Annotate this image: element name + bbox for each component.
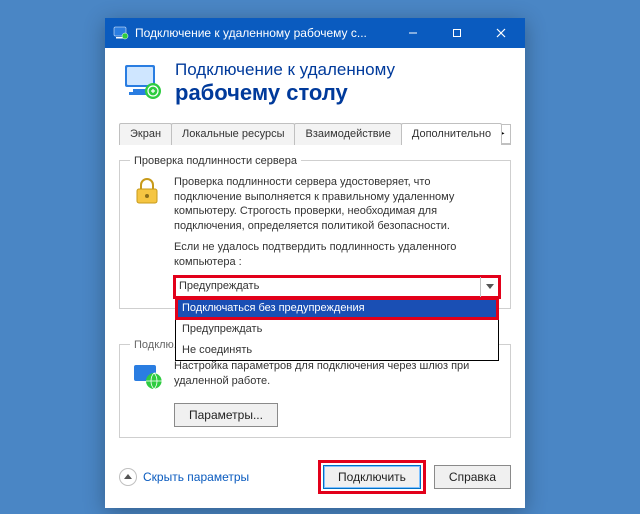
server-auth-description: Проверка подлинности сервера удостоверяе…	[174, 175, 500, 234]
rdp-dialog: Подключение к удаленному рабочему с... П…	[105, 18, 525, 508]
toggle-options-link[interactable]: Скрыть параметры	[119, 468, 310, 486]
chevron-up-icon	[119, 468, 137, 486]
connect-highlight: Подключить	[318, 460, 426, 494]
server-auth-prompt: Если не удалось подтвердить подлинность …	[174, 240, 500, 270]
auth-mode-combo[interactable]: Предупреждать Подключаться без предупреж…	[174, 276, 500, 298]
minimize-button[interactable]	[391, 18, 435, 48]
globe-icon	[130, 359, 164, 427]
server-auth-legend: Проверка подлинности сервера	[130, 155, 301, 167]
server-auth-group: Проверка подлинности сервера Проверка по…	[119, 155, 511, 309]
lock-icon	[130, 175, 164, 298]
tab-advanced[interactable]: Дополнительно	[401, 123, 502, 145]
connect-button[interactable]: Подключить	[323, 465, 421, 489]
tab-local-resources[interactable]: Локальные ресурсы	[171, 123, 295, 145]
auth-mode-dropdown: Подключаться без предупреждения Предупре…	[175, 297, 499, 362]
app-icon	[113, 25, 129, 41]
auth-option-dont-connect[interactable]: Не соединять	[176, 340, 498, 361]
header-line1: Подключение к удаленному	[175, 60, 395, 80]
auth-option-warn[interactable]: Предупреждать	[176, 319, 498, 340]
tab-strip: Экран Локальные ресурсы Взаимодействие Д…	[119, 121, 511, 145]
dialog-header: Подключение к удаленному рабочему столу	[105, 48, 525, 115]
rdp-logo-icon	[121, 61, 165, 105]
auth-mode-value: Предупреждать	[179, 279, 259, 294]
help-button[interactable]: Справка	[434, 465, 511, 489]
tab-experience[interactable]: Взаимодействие	[294, 123, 401, 145]
tab-screen[interactable]: Экран	[119, 123, 172, 145]
gateway-params-button[interactable]: Параметры...	[174, 403, 278, 427]
close-button[interactable]	[479, 18, 523, 48]
header-line2: рабочему столу	[175, 80, 395, 106]
gateway-description: Настройка параметров для подключения чер…	[174, 359, 500, 389]
toggle-options-label: Скрыть параметры	[143, 470, 249, 484]
window-title: Подключение к удаленному рабочему с...	[135, 26, 391, 40]
chevron-down-icon	[480, 277, 499, 297]
titlebar: Подключение к удаленному рабочему с...	[105, 18, 525, 48]
maximize-button[interactable]	[435, 18, 479, 48]
dialog-footer: Скрыть параметры Подключить Справка	[105, 450, 525, 508]
auth-option-connect-no-warn[interactable]: Подключаться без предупреждения	[176, 298, 498, 319]
